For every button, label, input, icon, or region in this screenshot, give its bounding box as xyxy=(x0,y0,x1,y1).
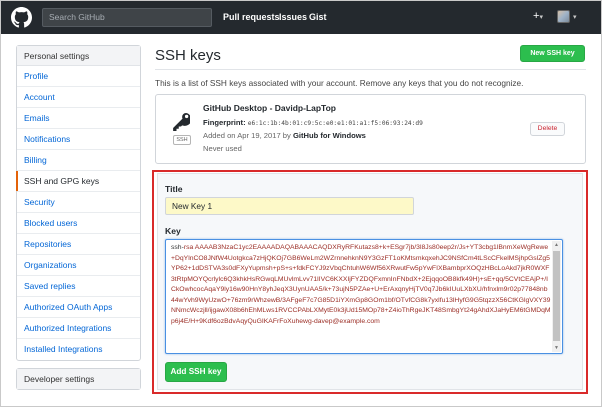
title-input[interactable]: New Key 1 xyxy=(165,197,414,215)
scroll-down-icon[interactable]: ▼ xyxy=(553,344,560,352)
key-textarea[interactable]: ssh-rsa AAAAB3NzaC1yc2EAAAADAQABAAACAQDX… xyxy=(165,239,563,354)
sidebar-item-account[interactable]: Account xyxy=(17,87,140,108)
delete-button[interactable]: Delete xyxy=(530,122,565,136)
added-by: GitHub for Windows xyxy=(292,131,366,140)
add-ssh-key-button[interactable]: Add SSH key xyxy=(165,362,227,382)
new-dropdown-button[interactable]: +▾ xyxy=(533,10,543,22)
new-ssh-key-button[interactable]: New SSH key xyxy=(520,45,585,62)
sidebar-item-profile[interactable]: Profile xyxy=(17,66,140,87)
sidebar-item-authorized-integrations[interactable]: Authorized Integrations xyxy=(17,318,140,339)
key-text: ssh-rsa AAAAB3NzaC1yc2EAAAADAQABAAACAQDX… xyxy=(171,243,551,353)
nav-issues[interactable]: Issues xyxy=(279,12,307,22)
fingerprint: Fingerprint: e6:1c:1b:4b:01:c9:5c:e0:e1:… xyxy=(203,118,423,127)
key-usage: Never used xyxy=(203,144,242,153)
sidebar-item-emails[interactable]: Emails xyxy=(17,108,140,129)
scroll-up-icon[interactable]: ▲ xyxy=(553,241,560,249)
nav-gist[interactable]: Gist xyxy=(309,12,327,22)
fingerprint-label: Fingerprint: xyxy=(203,118,246,127)
sidebar-item-authorized-oauth-apps[interactable]: Authorized OAuth Apps xyxy=(17,297,140,318)
search-input[interactable]: Search GitHub xyxy=(42,8,212,27)
top-header: Search GitHub Pull requests Issues Gist … xyxy=(1,1,601,34)
ssh-badge: SSH xyxy=(173,135,191,145)
key-icon xyxy=(173,113,190,131)
added-info: Added on Apr 19, 2017 by GitHub for Wind… xyxy=(203,131,366,140)
page-title: SSH keys xyxy=(155,47,221,64)
avatar[interactable] xyxy=(557,10,570,23)
sidebar-heading: Personal settings xyxy=(17,46,140,66)
github-logo-icon[interactable] xyxy=(11,7,32,28)
nav-pull-requests[interactable]: Pull requests xyxy=(223,12,280,22)
sidebar-item-blocked-users[interactable]: Blocked users xyxy=(17,213,140,234)
sidebar-item-security[interactable]: Security xyxy=(17,192,140,213)
title-label: Title xyxy=(165,184,183,194)
sidebar-item-repositories[interactable]: Repositories xyxy=(17,234,140,255)
scrollbar[interactable]: ▲ ▼ xyxy=(552,241,561,352)
chevron-down-icon: ▾ xyxy=(539,14,543,21)
ssh-key-entry: SSH GitHub Desktop - Davidp-LapTop Finge… xyxy=(155,94,586,164)
intro-text: This is a list of SSH keys associated wi… xyxy=(155,78,524,88)
scrollbar-thumb[interactable] xyxy=(553,251,560,341)
sidebar-item-ssh-gpg-keys[interactable]: SSH and GPG keys xyxy=(16,171,140,192)
settings-sidebar: Personal settings Profile Account Emails… xyxy=(16,45,141,361)
key-label: Key xyxy=(165,226,181,236)
key-prefix: ssh- xyxy=(171,244,184,251)
key-title: GitHub Desktop - Davidp-LapTop xyxy=(203,103,337,113)
key-value: rsa AAAAB3NzaC1yc2EAAAADAQABAAACAQDXRyRF… xyxy=(171,244,551,325)
sidebar-item-billing[interactable]: Billing xyxy=(17,150,140,171)
sidebar-item-notifications[interactable]: Notifications xyxy=(17,129,140,150)
added-prefix: Added on Apr 19, 2017 by xyxy=(203,131,291,140)
sidebar-item-saved-replies[interactable]: Saved replies xyxy=(17,276,140,297)
sidebar-item-installed-integrations[interactable]: Installed Integrations xyxy=(17,339,140,360)
developer-settings-sidebar: Developer settings xyxy=(16,368,141,390)
sidebar-item-organizations[interactable]: Organizations xyxy=(17,255,140,276)
sidebar-heading[interactable]: Developer settings xyxy=(17,369,140,389)
divider xyxy=(155,69,586,70)
fingerprint-value: e6:1c:1b:4b:01:c9:5c:e0:e1:01:a1:f5:06:9… xyxy=(247,120,423,127)
chevron-down-icon[interactable]: ▾ xyxy=(573,13,577,21)
